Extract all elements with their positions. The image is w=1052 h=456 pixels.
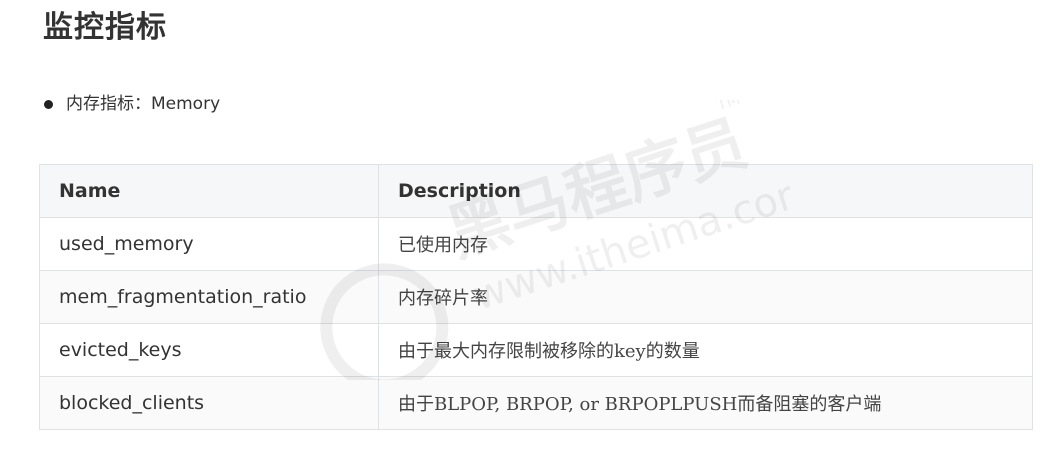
watermark-tm: TM bbox=[713, 100, 742, 115]
bullet-item-memory: 内存指标：Memory bbox=[44, 92, 220, 116]
column-header-name: Name bbox=[39, 164, 379, 218]
page-title: 监控指标 bbox=[43, 10, 167, 45]
metric-name: blocked_clients bbox=[39, 376, 379, 430]
metric-name: mem_fragmentation_ratio bbox=[39, 270, 379, 324]
table-row: mem_fragmentation_ratio 内存碎片率 bbox=[39, 270, 1033, 324]
metric-name: evicted_keys bbox=[39, 323, 379, 377]
table-row: used_memory 已使用内存 bbox=[39, 217, 1033, 271]
column-header-description: Description bbox=[378, 164, 1033, 218]
metric-description: 内存碎片率 bbox=[378, 270, 1033, 324]
metric-description: 由于BLPOP, BRPOP, or BRPOPLPUSH而备阻塞的客户端 bbox=[378, 376, 1033, 430]
metric-description: 已使用内存 bbox=[378, 217, 1033, 271]
table-row: blocked_clients 由于BLPOP, BRPOP, or BRPOP… bbox=[39, 376, 1033, 430]
table-row: evicted_keys 由于最大内存限制被移除的key的数量 bbox=[39, 323, 1033, 377]
bullet-text: 内存指标：Memory bbox=[66, 94, 221, 114]
metric-description: 由于最大内存限制被移除的key的数量 bbox=[378, 323, 1033, 377]
table-header-row: Name Description bbox=[39, 164, 1033, 218]
memory-metrics-table: Name Description used_memory 已使用内存 mem_f… bbox=[39, 164, 1033, 430]
bullet-dot-icon bbox=[44, 99, 53, 109]
metric-name: used_memory bbox=[39, 217, 379, 271]
